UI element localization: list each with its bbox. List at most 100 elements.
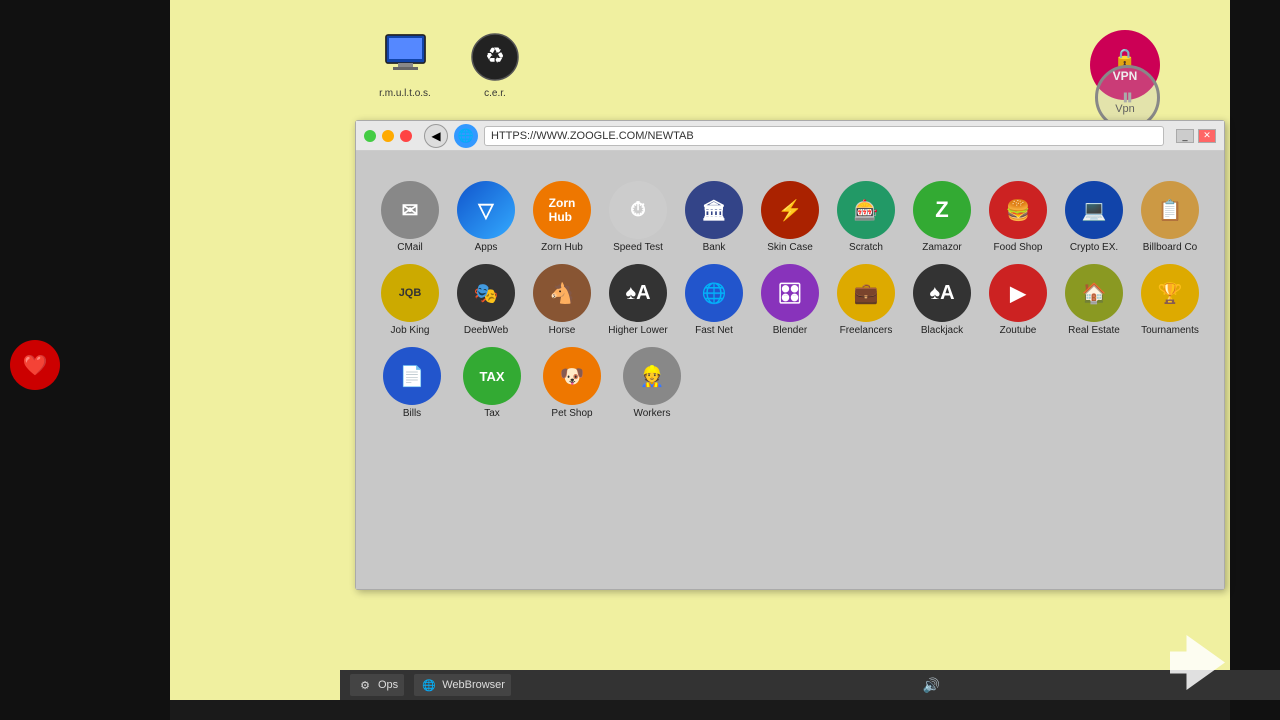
apps-icon: ▽: [457, 181, 515, 239]
url-text: HTTPS://WWW.ZOOGLE.COM/NEWTAB: [491, 130, 694, 142]
back-button[interactable]: ◀: [424, 124, 448, 148]
bills-icon: 📄: [383, 347, 441, 405]
shortcut-recycle[interactable]: ♻ c.e.r.: [460, 30, 530, 99]
globe-icon: 🌐: [454, 124, 478, 148]
zamazor-icon: Z: [913, 181, 971, 239]
scratch-icon: 🎰: [837, 181, 895, 239]
ops-label: Ops: [378, 679, 398, 691]
petshop-icon: 🐶: [543, 347, 601, 405]
app-fastnet[interactable]: 🌐 Fast Net: [680, 264, 748, 337]
address-bar[interactable]: HTTPS://WWW.ZOOGLE.COM/NEWTAB: [484, 126, 1164, 146]
heart-rate-icon: ❤️: [10, 340, 60, 390]
next-arrow-button[interactable]: [1170, 635, 1225, 690]
app-tournaments[interactable]: 🏆 Tournaments: [1136, 264, 1204, 337]
shortcut-computer[interactable]: r.m.u.l.t.o.s.: [370, 30, 440, 99]
app-zornhub[interactable]: ZornHub Zorn Hub: [528, 181, 596, 254]
app-row-1: ✉ CMail ▽ Apps ZornHub Zorn Hub ⏱ Speed …: [376, 181, 1204, 254]
app-tax[interactable]: TAX Tax: [456, 347, 528, 420]
app-cmail[interactable]: ✉ CMail: [376, 181, 444, 254]
minimize-button[interactable]: _: [1176, 129, 1194, 143]
billboardco-label: Billboard Co: [1143, 242, 1197, 254]
tax-label: Tax: [484, 408, 500, 420]
app-realestate[interactable]: 🏠 Real Estate: [1060, 264, 1128, 337]
app-skincase[interactable]: ⚡ Skin Case: [756, 181, 824, 254]
app-blackjack[interactable]: ♠A Blackjack: [908, 264, 976, 337]
apps-label: Apps: [475, 242, 498, 254]
app-jobking[interactable]: JQB Job King: [376, 264, 444, 337]
freelancers-icon: 💼: [837, 264, 895, 322]
higherlower-icon: ♠A: [609, 264, 667, 322]
tournaments-label: Tournaments: [1141, 325, 1199, 337]
blender-icon: 🎛: [761, 264, 819, 322]
foodshop-label: Food Shop: [994, 242, 1043, 254]
workers-label: Workers: [633, 408, 670, 420]
petshop-label: Pet Shop: [551, 408, 592, 420]
scratch-label: Scratch: [849, 242, 883, 254]
horse-label: Horse: [549, 325, 576, 337]
skincase-label: Skin Case: [767, 242, 813, 254]
app-speedtest[interactable]: ⏱ Speed Test: [604, 181, 672, 254]
app-bills[interactable]: 📄 Bills: [376, 347, 448, 420]
deebweb-label: DeebWeb: [464, 325, 508, 337]
tournaments-icon: 🏆: [1141, 264, 1199, 322]
blackjack-label: Blackjack: [921, 325, 963, 337]
bank-label: Bank: [703, 242, 726, 254]
app-blender[interactable]: 🎛 Blender: [756, 264, 824, 337]
app-row-2: JQB Job King 🎭 DeebWeb 🐴 Horse ♠A Higher…: [376, 264, 1204, 337]
traffic-light-yellow[interactable]: [382, 130, 394, 142]
deebweb-icon: 🎭: [457, 264, 515, 322]
fastnet-icon: 🌐: [685, 264, 743, 322]
cryptoex-icon: 💻: [1065, 181, 1123, 239]
speedtest-label: Speed Test: [613, 242, 663, 254]
tax-icon: TAX: [463, 347, 521, 405]
browser-window: ◀ 🌐 HTTPS://WWW.ZOOGLE.COM/NEWTAB _ ✕ ✉ …: [355, 120, 1225, 590]
recycle-label: c.e.r.: [484, 88, 506, 99]
cmail-icon: ✉: [381, 181, 439, 239]
app-zamazor[interactable]: Z Zamazor: [908, 181, 976, 254]
traffic-light-green[interactable]: [364, 130, 376, 142]
app-zoutube[interactable]: ▶ Zoutube: [984, 264, 1052, 337]
cmail-label: CMail: [397, 242, 423, 254]
app-petshop[interactable]: 🐶 Pet Shop: [536, 347, 608, 420]
browser-titlebar: ◀ 🌐 HTTPS://WWW.ZOOGLE.COM/NEWTAB _ ✕: [356, 121, 1224, 151]
app-cryptoex[interactable]: 💻 Crypto EX.: [1060, 181, 1128, 254]
higherlower-label: Higher Lower: [608, 325, 667, 337]
left-panel: ❤️: [0, 0, 170, 720]
jobking-label: Job King: [391, 325, 430, 337]
app-foodshop[interactable]: 🍔 Food Shop: [984, 181, 1052, 254]
browser-controls: _ ✕: [1176, 129, 1216, 143]
app-horse[interactable]: 🐴 Horse: [528, 264, 596, 337]
zoutube-icon: ▶: [989, 264, 1047, 322]
freelancers-label: Freelancers: [840, 325, 893, 337]
app-higherlower[interactable]: ♠A Higher Lower: [604, 264, 672, 337]
close-button[interactable]: ✕: [1198, 129, 1216, 143]
app-bank[interactable]: 🏛 Bank: [680, 181, 748, 254]
blackjack-icon: ♠A: [913, 264, 971, 322]
realestate-label: Real Estate: [1068, 325, 1120, 337]
traffic-light-red[interactable]: [400, 130, 412, 142]
taskbar-webbrowser[interactable]: 🌐 WebBrowser: [414, 674, 511, 696]
volume-icon[interactable]: 🔊: [923, 677, 940, 694]
billboardco-icon: 📋: [1141, 181, 1199, 239]
app-scratch[interactable]: 🎰 Scratch: [832, 181, 900, 254]
app-freelancers[interactable]: 💼 Freelancers: [832, 264, 900, 337]
bank-icon: 🏛: [685, 181, 743, 239]
app-apps[interactable]: ▽ Apps: [452, 181, 520, 254]
ops-icon: ⚙: [356, 676, 374, 694]
desktop: r.m.u.l.t.o.s. ♻ c.e.r. 🔒 VPN Vpn: [170, 0, 1230, 700]
app-billboardco[interactable]: 📋 Billboard Co: [1136, 181, 1204, 254]
blender-label: Blender: [773, 325, 807, 337]
webbrowser-icon: 🌐: [420, 676, 438, 694]
computer-icon: [378, 30, 433, 85]
taskbar: ⚙ Ops 🌐 WebBrowser 🔊 12:29: [340, 670, 1280, 700]
foodshop-icon: 🍔: [989, 181, 1047, 239]
app-deebweb[interactable]: 🎭 DeebWeb: [452, 264, 520, 337]
jobking-icon: JQB: [381, 264, 439, 322]
right-panel: [1230, 0, 1280, 720]
zoutube-label: Zoutube: [1000, 325, 1037, 337]
computer-label: r.m.u.l.t.o.s.: [379, 88, 431, 99]
app-workers[interactable]: 👷 Workers: [616, 347, 688, 420]
cryptoex-label: Crypto EX.: [1070, 242, 1118, 254]
taskbar-ops[interactable]: ⚙ Ops: [350, 674, 404, 696]
zornhub-icon: ZornHub: [533, 181, 591, 239]
